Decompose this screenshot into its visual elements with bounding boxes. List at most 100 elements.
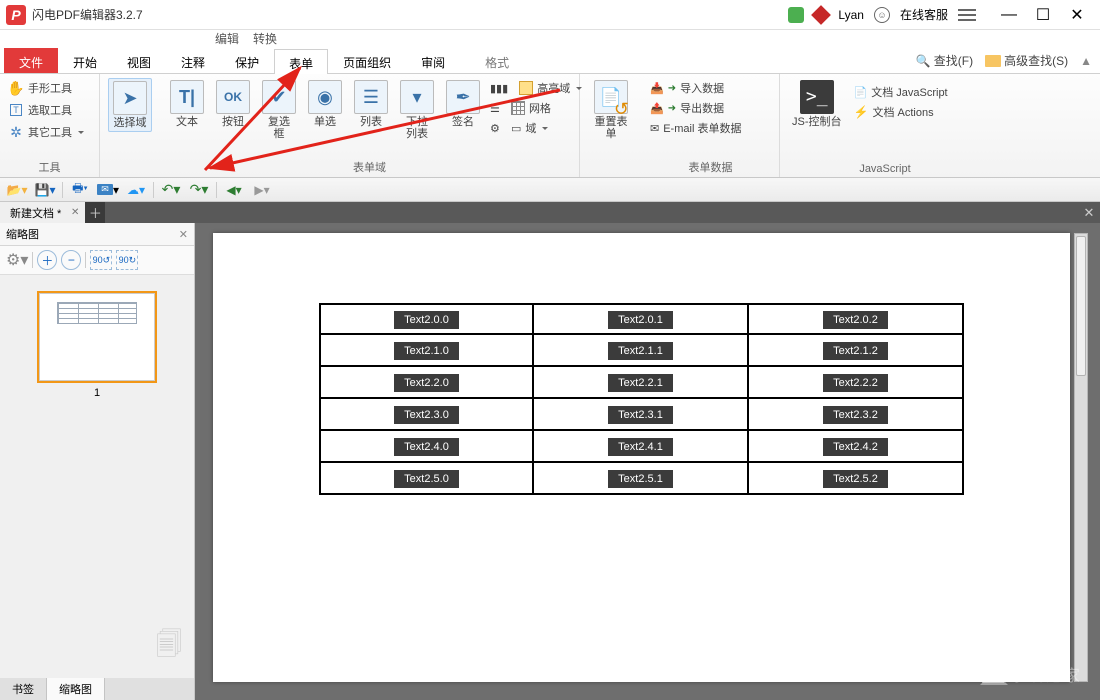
tab-start[interactable]: 开始 (58, 48, 112, 73)
grid-toggle[interactable]: ☰ 网格 (490, 100, 582, 116)
tab-review[interactable]: 审阅 (406, 48, 460, 73)
panel-tab-bookmarks[interactable]: 书签 (0, 678, 47, 700)
online-service-link[interactable]: 在线客服 (900, 6, 948, 23)
tab-form[interactable]: 表单 (274, 49, 328, 74)
form-field[interactable]: Text2.2.0 (394, 374, 459, 392)
form-field[interactable]: Text2.0.0 (394, 311, 459, 329)
tab-protect[interactable]: 保护 (220, 48, 274, 73)
button-field-button[interactable]: OK按钮 (214, 78, 252, 130)
nav-back-button[interactable]: ◀▾ (223, 181, 245, 199)
rotate-cw-icon[interactable]: 90↻ (116, 250, 138, 270)
undo-button[interactable]: ↶▾ (160, 181, 182, 199)
close-panel-icon[interactable]: ✕ (179, 228, 188, 241)
checkbox-field-button[interactable]: ✔复选框 (260, 78, 298, 142)
ok-button-icon: OK (216, 80, 250, 114)
form-field[interactable]: Text2.2.1 (608, 374, 673, 392)
open-button[interactable]: 📂▾ (6, 181, 28, 199)
title-bar: P 闪电PDF编辑器3.2.7 Lyan ☺ 在线客服 — ☐ ✕ (0, 0, 1100, 30)
import-icon: 📥 (650, 82, 664, 95)
text-select-icon: T (8, 102, 24, 118)
find-button[interactable]: 🔍查找(F) (916, 52, 973, 69)
menu-icon[interactable] (958, 9, 976, 21)
vertical-scrollbar[interactable] (1074, 233, 1088, 682)
app-logo-icon: P (6, 5, 26, 25)
select-tool[interactable]: T选取工具 (8, 102, 84, 118)
thumbnail-controls: ⚙▾ ＋ − 90↺ 90↻ (0, 246, 194, 275)
export-data[interactable]: 📤导出数据 (650, 100, 741, 116)
form-field[interactable]: Text2.3.2 (823, 406, 888, 424)
console-icon: >_ (800, 80, 834, 114)
select-field-button[interactable]: ➤ 选择域 (108, 78, 152, 132)
radio-field-button[interactable]: ◉单选 (306, 78, 344, 130)
form-field[interactable]: Text2.5.1 (608, 470, 673, 488)
reset-form-button[interactable]: 📄↺ 重置表单 (588, 78, 634, 142)
minimize-button[interactable]: — (992, 4, 1026, 26)
adv-find-button[interactable]: 高级查找(S) (985, 52, 1068, 69)
form-field[interactable]: Text2.1.0 (394, 342, 459, 360)
form-field[interactable]: Text2.1.1 (608, 342, 673, 360)
form-field[interactable]: Text2.0.1 (608, 311, 673, 329)
js-console-button[interactable]: >_ JS-控制台 (788, 78, 846, 130)
user-name[interactable]: Lyan (838, 8, 864, 22)
tab-file[interactable]: 文件 (4, 48, 58, 73)
copy-pages-icon[interactable]: 🗐 (156, 626, 182, 670)
form-field[interactable]: Text2.4.1 (608, 438, 673, 456)
tab-view[interactable]: 视图 (112, 48, 166, 73)
rotate-ccw-icon[interactable]: 90↺ (90, 250, 112, 270)
form-field[interactable]: Text2.5.0 (394, 470, 459, 488)
email-form-data[interactable]: ✉E-mail 表单数据 (650, 120, 741, 136)
group-label-form-fields: 表单域 (168, 157, 571, 175)
cloud-button[interactable]: ☁▾ (125, 181, 147, 199)
ribbon-collapse-icon[interactable]: ▲ (1080, 54, 1092, 68)
tab-format[interactable]: 格式 (470, 48, 524, 73)
form-field[interactable]: Text2.3.0 (394, 406, 459, 424)
other-tools[interactable]: ✲其它工具 (8, 124, 84, 140)
form-field[interactable]: Text2.5.2 (823, 470, 888, 488)
wechat-icon[interactable] (788, 7, 804, 23)
thumbnail-page-number: 1 (94, 387, 100, 399)
thumb-options-icon[interactable]: ⚙▾ (6, 250, 28, 270)
nav-forward-button[interactable]: ▶▾ (251, 181, 273, 199)
doc-javascript[interactable]: 📄文档 JavaScript (854, 84, 948, 100)
tab-annotate[interactable]: 注释 (166, 48, 220, 73)
grid-icon (511, 101, 525, 115)
maximize-button[interactable]: ☐ (1026, 4, 1060, 26)
document-tab[interactable]: 新建文档 *✕ (0, 202, 85, 223)
highlight-field[interactable]: ▮▮▮ 高亮域 (490, 80, 582, 96)
panel-tab-thumbnails[interactable]: 缩略图 (47, 678, 105, 700)
close-button[interactable]: ✕ (1060, 4, 1094, 26)
save-button[interactable]: 💾▾ (34, 181, 56, 199)
document-canvas[interactable]: Text2.0.0 Text2.0.1 Text2.0.2 Text2.1.0 Tex… (195, 223, 1100, 700)
redo-button[interactable]: ↷▾ (188, 181, 210, 199)
zoom-in-icon[interactable]: ＋ (37, 250, 57, 270)
import-data[interactable]: 📥导入数据 (650, 80, 741, 96)
group-label-tools: 工具 (8, 157, 91, 175)
dropdown-field-button[interactable]: ▾下拉列表 (398, 78, 436, 142)
form-field[interactable]: Text2.3.1 (608, 406, 673, 424)
submenu-edit[interactable]: 编辑 (215, 30, 239, 47)
zoom-out-icon[interactable]: − (61, 250, 81, 270)
form-field[interactable]: Text2.1.2 (823, 342, 888, 360)
mail-button[interactable]: ✉▾ (97, 181, 119, 199)
radio-icon: ◉ (308, 80, 342, 114)
group-label-js: JavaScript (788, 161, 982, 175)
tab-page-org[interactable]: 页面组织 (328, 48, 406, 73)
form-field[interactable]: Text2.4.2 (823, 438, 888, 456)
sign-field-button[interactable]: ✒签名 (444, 78, 482, 130)
form-field[interactable]: Text2.4.0 (394, 438, 459, 456)
close-tab-icon[interactable]: ✕ (71, 207, 79, 218)
hand-tool[interactable]: ✋手形工具 (8, 80, 84, 96)
doc-actions[interactable]: 文档 Actions (854, 104, 948, 120)
folder-icon (985, 55, 1001, 67)
page-thumbnail[interactable] (39, 293, 155, 381)
form-field[interactable]: Text2.2.2 (823, 374, 888, 392)
quick-access-toolbar: 📂▾ 💾▾ 🖶▾ ✉▾ ☁▾ ↶▾ ↷▾ ◀▾ ▶▾ (0, 178, 1100, 202)
submenu-convert[interactable]: 转换 (253, 30, 277, 47)
form-field[interactable]: Text2.0.2 (823, 311, 888, 329)
close-all-tabs[interactable]: ✕ (1078, 202, 1100, 223)
field-menu[interactable]: ▭域 (490, 120, 582, 136)
text-field-button[interactable]: T|文本 (168, 78, 206, 130)
print-button[interactable]: 🖶▾ (69, 181, 91, 199)
list-field-button[interactable]: ☰列表 (352, 78, 390, 130)
add-document-tab[interactable]: ＋ (85, 202, 105, 223)
